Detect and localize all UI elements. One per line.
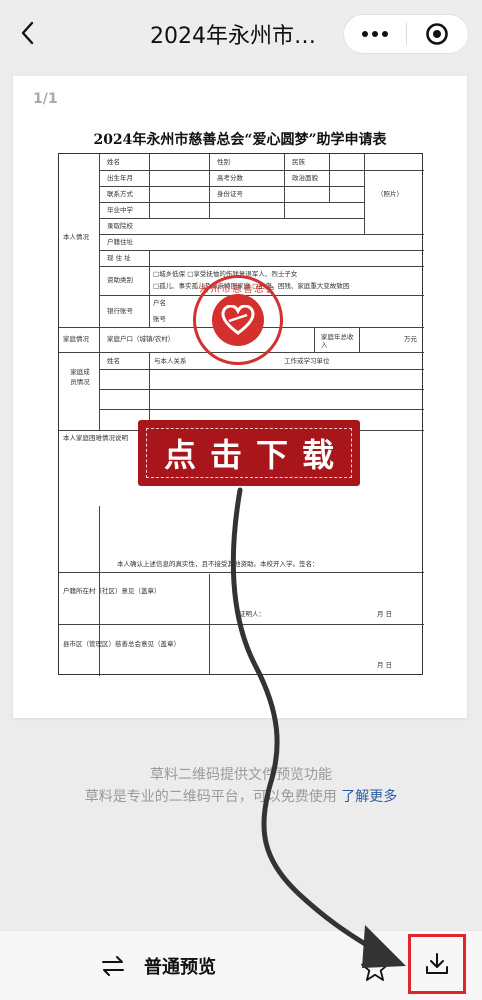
chevron-left-icon bbox=[21, 21, 34, 45]
label-political: 政治面貌 bbox=[292, 174, 318, 182]
form-divider bbox=[99, 389, 424, 390]
page-indicator: 1/1 bbox=[33, 91, 58, 107]
page-title: 2024年永州市… bbox=[150, 24, 316, 49]
label-member-relation: 与本人关系 bbox=[154, 357, 187, 365]
label-id-number: 身份证号 bbox=[217, 190, 243, 198]
application-form: 姓名 性别 民族 出生年月 高考分数 政治面貌 联系方式 身份证号 （照片） 毕… bbox=[58, 153, 424, 676]
label-witness: 证明人： bbox=[239, 610, 265, 618]
form-divider bbox=[99, 202, 364, 203]
form-divider bbox=[209, 574, 210, 674]
form-divider bbox=[149, 154, 150, 218]
miniprogram-capsule bbox=[343, 14, 469, 54]
form-divider bbox=[99, 218, 364, 219]
more-dot bbox=[362, 31, 368, 37]
label-member-work: 工作或学习单位 bbox=[284, 357, 330, 365]
document-preview[interactable]: 1/1 2024年永州市慈善总会“爱心圆梦”助学申请表 姓名 性别 民族 出生年… bbox=[13, 76, 467, 718]
form-divider bbox=[149, 352, 150, 430]
pledge-text: 本人确认上述信息的真实性，且不接受其他资助。本校开入学。签名： bbox=[117, 560, 319, 568]
form-divider bbox=[314, 327, 315, 352]
form-divider bbox=[59, 624, 424, 625]
label-birth: 出生年月 bbox=[107, 174, 133, 182]
form-divider bbox=[99, 186, 364, 187]
download-button[interactable] bbox=[408, 934, 466, 994]
form-divider bbox=[364, 154, 365, 234]
form-divider bbox=[209, 154, 210, 218]
form-divider bbox=[99, 170, 424, 171]
learn-more-link[interactable]: 了解更多 bbox=[341, 789, 397, 805]
form-divider bbox=[99, 266, 424, 267]
star-icon bbox=[361, 954, 389, 981]
form-divider bbox=[99, 369, 424, 370]
top-bar: 2024年永州市… bbox=[0, 0, 482, 68]
label-bank-account: 银行账号 bbox=[107, 307, 133, 315]
more-dot bbox=[382, 31, 388, 37]
heart-logo-icon bbox=[212, 294, 264, 346]
form-divider bbox=[149, 250, 150, 327]
stamp-text: 永州市慈善总会 bbox=[199, 285, 277, 295]
download-banner-label: 点击下载 bbox=[163, 436, 348, 474]
label-hardship: 本人家庭困难情况说明 bbox=[63, 434, 128, 442]
form-divider bbox=[99, 409, 424, 410]
charity-stamp: 永州市慈善总会 bbox=[193, 275, 283, 365]
form-divider bbox=[99, 234, 424, 235]
date-field: 月 日 bbox=[377, 610, 393, 618]
favorite-button[interactable] bbox=[358, 951, 392, 985]
more-button[interactable] bbox=[344, 15, 406, 53]
label-ethnicity: 民族 bbox=[292, 158, 305, 166]
date-field: 月 日 bbox=[377, 661, 393, 669]
label-exam-score: 高考分数 bbox=[217, 174, 243, 182]
label-member-name: 姓名 bbox=[107, 357, 120, 365]
label-family-members: 家庭成员情况 bbox=[70, 368, 90, 386]
download-banner-frame: 点击下载 bbox=[146, 428, 352, 478]
download-banner[interactable]: 点击下载 bbox=[138, 420, 360, 486]
photo-placeholder: （照片） bbox=[377, 190, 403, 198]
form-divider bbox=[99, 250, 424, 251]
income-unit: 万元 bbox=[404, 335, 417, 343]
label-gender: 性别 bbox=[217, 158, 230, 166]
platform-info: 草料是专业的二维码平台，可以免费使用 了解更多 bbox=[0, 786, 482, 806]
preview-info-text: 草料二维码提供文件预览功能 bbox=[150, 767, 332, 783]
target-close-icon bbox=[426, 23, 449, 45]
platform-info-text: 草料是专业的二维码平台，可以免费使用 bbox=[84, 789, 337, 805]
form-divider bbox=[59, 572, 424, 573]
label-village-opinion: 户籍所在村（社区）意见（盖章） bbox=[63, 587, 161, 595]
label-self-info: 本人情况 bbox=[63, 233, 89, 241]
label-county-opinion: 县市区（管理区）慈善总会意见（盖章） bbox=[63, 640, 180, 648]
preview-mode-label: 普通预览 bbox=[144, 957, 216, 978]
label-family-situation: 家庭情况 bbox=[63, 335, 89, 343]
form-divider bbox=[284, 154, 285, 218]
label-account-name: 户名 bbox=[153, 299, 166, 307]
document-title: 2024年永州市慈善总会“爱心圆梦”助学申请表 bbox=[93, 132, 387, 148]
more-dot bbox=[372, 31, 378, 37]
label-account-no: 账号 bbox=[153, 315, 166, 323]
download-icon bbox=[426, 953, 448, 974]
label-current-address: 现 住 址 bbox=[107, 254, 131, 262]
label-contact: 联系方式 bbox=[107, 190, 133, 198]
label-household-address: 户籍住址 bbox=[107, 238, 133, 246]
close-miniprogram-button[interactable] bbox=[407, 15, 468, 53]
label-name: 姓名 bbox=[107, 158, 120, 166]
preview-mode-switch[interactable]: 普通预览 bbox=[100, 953, 216, 979]
form-divider bbox=[329, 154, 330, 202]
label-annual-income: 家庭年总收入 bbox=[321, 333, 354, 350]
swap-arrows-icon bbox=[102, 956, 124, 976]
back-button[interactable] bbox=[12, 16, 42, 50]
label-household-type: 家庭户口（城镇/农村） bbox=[107, 335, 175, 343]
label-grad-school: 毕业中学 bbox=[107, 206, 133, 214]
label-admitted-school: 录取院校 bbox=[107, 222, 133, 230]
form-divider bbox=[359, 327, 360, 352]
label-aid-type: 资助类别 bbox=[107, 276, 133, 284]
